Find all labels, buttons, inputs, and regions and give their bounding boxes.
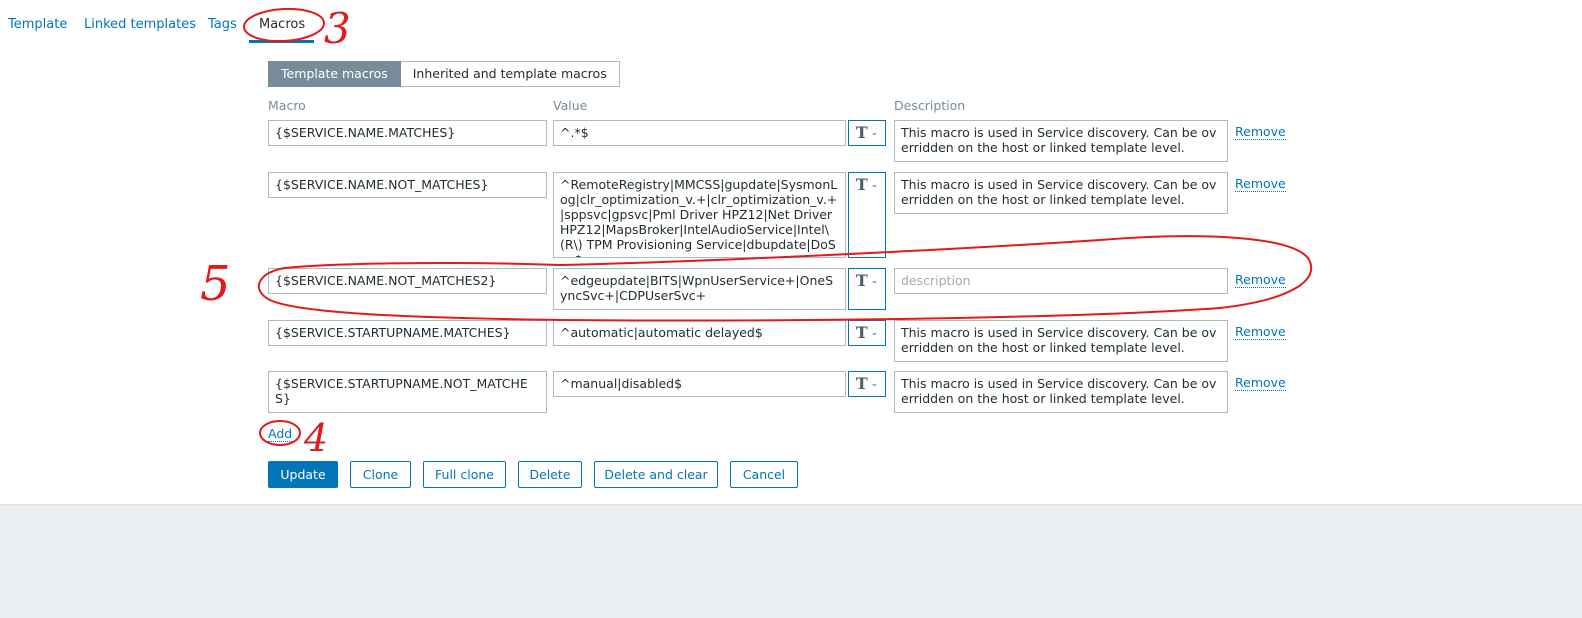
inherited-macros-button[interactable]: Inherited and template macros — [400, 61, 620, 87]
macro-scope-switch: Template macros Inherited and template m… — [268, 61, 620, 87]
macro-input[interactable]: {$SERVICE.NAME.NOT_MATCHES} — [268, 172, 547, 198]
annotation-number-3: 3 — [324, 4, 351, 53]
active-tab-indicator — [249, 40, 314, 43]
tab-linked-templates[interactable]: Linked templates — [84, 17, 196, 32]
chevron-down-icon: ⌄ — [870, 276, 879, 286]
chevron-down-icon: ⌄ — [870, 379, 879, 389]
description-textarea[interactable]: description — [894, 268, 1228, 294]
value-type-button[interactable]: T ⌄ — [848, 172, 886, 258]
text-type-icon: T — [855, 323, 868, 342]
remove-link[interactable]: Remove — [1235, 124, 1286, 140]
tab-macros[interactable]: Macros — [259, 17, 305, 32]
chevron-down-icon: ⌄ — [870, 328, 879, 338]
add-macro-link[interactable]: Add — [268, 426, 293, 442]
chevron-down-icon: ⌄ — [870, 128, 879, 138]
remove-link[interactable]: Remove — [1235, 176, 1286, 192]
text-type-icon: T — [855, 175, 868, 194]
tab-template[interactable]: Template — [8, 17, 67, 32]
description-textarea[interactable]: This macro is used in Service discovery.… — [894, 120, 1228, 162]
delete-and-clear-button[interactable]: Delete and clear — [594, 461, 718, 488]
full-clone-button[interactable]: Full clone — [423, 461, 506, 488]
macro-column-header: Macro — [268, 98, 306, 113]
value-type-button[interactable]: T ⌄ — [848, 320, 886, 346]
value-type-button[interactable]: T ⌄ — [848, 268, 886, 310]
macro-input[interactable]: {$SERVICE.NAME.NOT_MATCHES2} — [268, 268, 547, 294]
description-textarea[interactable]: This macro is used in Service discovery.… — [894, 371, 1228, 413]
macro-input[interactable]: {$SERVICE.NAME.MATCHES} — [268, 120, 547, 146]
remove-link[interactable]: Remove — [1235, 324, 1286, 340]
text-type-icon: T — [855, 271, 868, 290]
tab-bar: Template Linked templates Tags Macros — [0, 0, 1582, 44]
annotation-number-4: 4 — [304, 416, 329, 460]
value-input[interactable]: ^.*$ — [553, 120, 846, 146]
annotation-number-5: 5 — [200, 256, 231, 312]
description-textarea[interactable]: This macro is used in Service discovery.… — [894, 320, 1228, 362]
value-input[interactable]: ^manual|disabled$ — [553, 371, 846, 397]
cancel-button[interactable]: Cancel — [730, 461, 798, 488]
value-type-button[interactable]: T ⌄ — [848, 371, 886, 397]
value-input[interactable]: ^automatic|automatic delayed$ — [553, 320, 846, 346]
value-column-header: Value — [553, 98, 588, 113]
text-type-icon: T — [855, 123, 868, 142]
remove-link[interactable]: Remove — [1235, 375, 1286, 391]
form-panel: Template Linked templates Tags Macros Te… — [0, 0, 1582, 505]
delete-button[interactable]: Delete — [518, 461, 582, 488]
chevron-down-icon: ⌄ — [870, 180, 879, 190]
description-textarea[interactable]: This macro is used in Service discovery.… — [894, 172, 1228, 214]
clone-button[interactable]: Clone — [350, 461, 411, 488]
template-macros-button[interactable]: Template macros — [268, 61, 401, 87]
macro-input[interactable]: {$SERVICE.STARTUPNAME.MATCHES} — [268, 320, 547, 346]
value-input[interactable]: ^RemoteRegistry|MMCSS|gupdate|SysmonLog|… — [553, 172, 846, 258]
macro-input[interactable]: {$SERVICE.STARTUPNAME.NOT_MATCHES} — [268, 371, 547, 413]
value-input[interactable]: ^edgeupdate|BITS|WpnUserService+|OneSync… — [553, 268, 846, 310]
description-column-header: Description — [894, 98, 966, 113]
tab-tags[interactable]: Tags — [208, 17, 237, 32]
remove-link[interactable]: Remove — [1235, 272, 1286, 288]
text-type-icon: T — [855, 374, 868, 393]
value-type-button[interactable]: T ⌄ — [848, 120, 886, 146]
update-button[interactable]: Update — [268, 461, 338, 488]
